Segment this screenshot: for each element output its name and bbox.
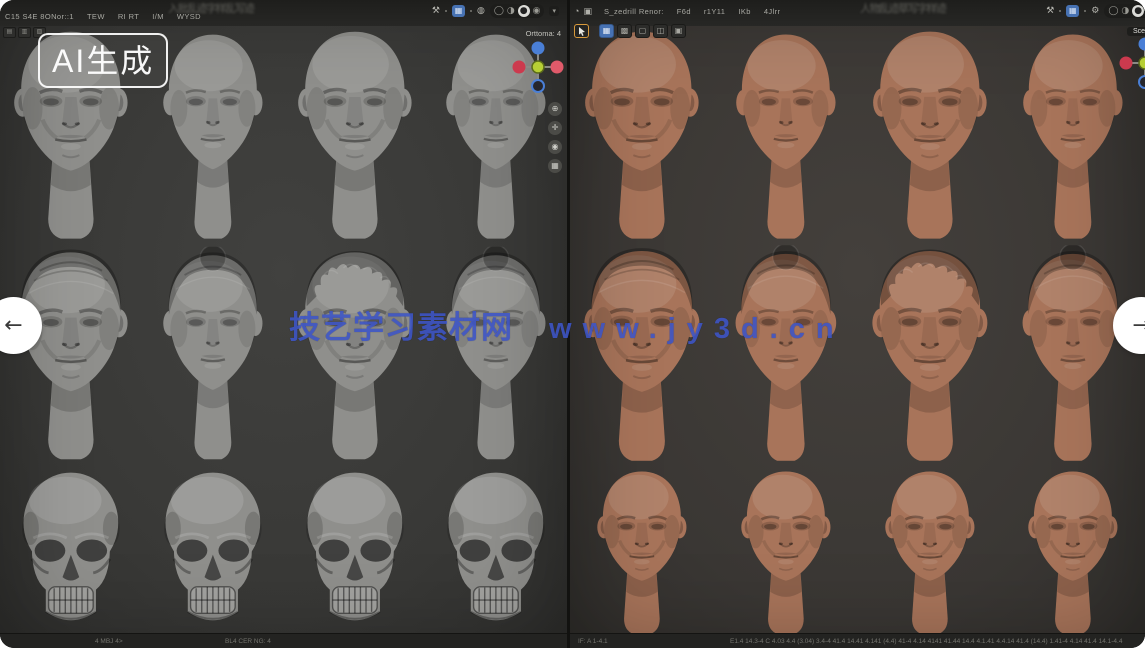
- options-label[interactable]: Orttoma: 4: [526, 29, 561, 38]
- snap-icon[interactable]: ▦: [452, 5, 465, 17]
- head-male-bald: [714, 467, 858, 634]
- head-male-bald: [858, 26, 1002, 239]
- left-menubar: 入批乱迹字样乱写迹 C15 S4E 8ONor::1 TEW RI RT I/M…: [0, 0, 567, 26]
- status-text: IF: A 1-4.1: [578, 638, 608, 645]
- shading-solid-icon[interactable]: ◑: [1121, 5, 1129, 17]
- menu-item[interactable]: I/M: [152, 12, 164, 21]
- menu-item[interactable]: 4Jlrr: [764, 7, 781, 16]
- menu-item[interactable]: S_zedrill Renor:: [604, 7, 664, 16]
- gear-icon[interactable]: ⚙: [1091, 5, 1099, 17]
- ortho-toggle-icon[interactable]: ▦: [548, 159, 562, 173]
- shading-solid-icon[interactable]: ◑: [507, 5, 515, 17]
- zoom-icon[interactable]: ⊕: [548, 102, 562, 116]
- viewport-shading-pill: ◯ ◑ ● ◉: [490, 4, 545, 18]
- shading-rendered-icon[interactable]: ◉: [533, 5, 541, 17]
- separator-dot: [470, 10, 472, 12]
- head-skull: [425, 467, 567, 634]
- box-select-icon[interactable]: ▩: [617, 24, 632, 38]
- scene-icon[interactable]: ▣: [583, 6, 592, 17]
- menu-item[interactable]: r1Y11: [704, 7, 725, 16]
- panel-right-skin: ◔ ▣ 人物乱迹草写字样迹 S_zedrill Renor: F6d r1Y11…: [570, 0, 1145, 648]
- left-3d-viewport[interactable]: [0, 26, 567, 634]
- camera-view-icon[interactable]: ◉: [548, 140, 562, 154]
- navigation-gizmo[interactable]: [1118, 36, 1145, 95]
- status-text: E1.4 14.3-4 C 4.03 4.4 (3.04) 3.4-4 41.4…: [730, 638, 1143, 645]
- head-male-bald: [570, 467, 714, 634]
- menu-item[interactable]: F6d: [677, 7, 691, 16]
- right-menu-items: S_zedrill Renor: F6d r1Y11 IKb 4Jlrr: [604, 7, 780, 16]
- transform-icon[interactable]: ◫: [653, 24, 668, 38]
- head-male-bald: [284, 26, 426, 239]
- left-shading-cluster: ⚒ ▦ ◍ ◯ ◑ ● ◉ ▾: [432, 4, 559, 18]
- scene-chip[interactable]: Sce: [1127, 27, 1145, 36]
- right-header-scribble: 人物乱迹草写字样迹: [860, 0, 946, 16]
- head-male-slick: [570, 239, 714, 467]
- lasso-select-icon[interactable]: ▢: [635, 24, 650, 38]
- head-skull: [0, 467, 142, 634]
- menu-item[interactable]: IKb: [738, 7, 750, 16]
- shading-material-icon[interactable]: ●: [1132, 5, 1144, 17]
- head-female-bun: [1001, 239, 1145, 467]
- status-text: BL4 CER NG: 4: [225, 638, 271, 645]
- shading-wireframe-icon[interactable]: ◯: [1108, 5, 1118, 17]
- right-shading-cluster: ⚒ ▦ ⚙ ◯ ◑ ● ◉: [1046, 4, 1145, 18]
- panel-left-clay: 入批乱迹字样乱写迹 C15 S4E 8ONor::1 TEW RI RT I/M…: [0, 0, 567, 648]
- right-menubar: ◔ ▣ 人物乱迹草写字样迹 S_zedrill Renor: F6d r1Y11…: [570, 0, 1145, 26]
- left-statusbar: 4 MBJ 4> BL4 CER NG: 4: [0, 633, 567, 648]
- chevron-down-icon[interactable]: ▾: [549, 6, 559, 16]
- menu-item[interactable]: WYSD: [177, 12, 201, 21]
- head-male-curly: [858, 239, 1002, 467]
- annotate-icon[interactable]: ▣: [671, 24, 686, 38]
- snap-icon[interactable]: ▦: [1066, 5, 1079, 17]
- right-statusbar: IF: A 1-4.1 E1.4 14.3-4 C 4.03 4.4 (3.04…: [570, 633, 1145, 648]
- head-male-bald: [858, 467, 1002, 634]
- head-male-bald: [1001, 467, 1145, 634]
- shading-material-icon[interactable]: ●: [518, 5, 530, 17]
- pan-icon[interactable]: ✛: [548, 121, 562, 135]
- navigation-gizmo[interactable]: [511, 40, 565, 99]
- right-menu-lead-icons: ◔ ▣: [574, 6, 592, 17]
- select-cursor-icon[interactable]: [574, 24, 589, 38]
- proportional-edit-icon[interactable]: ◍: [477, 5, 485, 17]
- screenshot-card: 入批乱迹字样乱写迹 C15 S4E 8ONor::1 TEW RI RT I/M…: [0, 0, 1145, 648]
- head-skull: [142, 467, 284, 634]
- menu-item[interactable]: C15 S4E 8ONor::1: [5, 12, 74, 21]
- view-layer-icon[interactable]: ▥: [18, 27, 31, 38]
- head-female-bun: [142, 239, 284, 467]
- shading-wireframe-icon[interactable]: ◯: [494, 5, 504, 17]
- app-icon[interactable]: ◔: [574, 6, 579, 17]
- left-menu-items: C15 S4E 8ONor::1 TEW RI RT I/M WYSD: [5, 12, 201, 21]
- editor-type-icon[interactable]: ▤: [3, 27, 16, 38]
- separator-dot: [1084, 10, 1086, 12]
- separator-dot: [445, 10, 447, 12]
- separator-dot: [1059, 10, 1061, 12]
- right-tool-row: ▦ ▩ ▢ ◫ ▣: [574, 24, 686, 38]
- viewport-controls: ⊕ ✛ ◉ ▦: [548, 102, 562, 173]
- status-text: 4 MBJ 4>: [95, 638, 123, 645]
- ai-generated-badge: AI生成: [38, 33, 168, 88]
- mode-icon-active[interactable]: ▦: [599, 24, 614, 38]
- right-3d-viewport[interactable]: [570, 26, 1145, 634]
- head-female-bald: [714, 26, 858, 239]
- head-skull: [284, 467, 426, 634]
- tool-icon[interactable]: ⚒: [432, 5, 440, 17]
- head-female-bun: [425, 239, 567, 467]
- tool-icon[interactable]: ⚒: [1046, 5, 1054, 17]
- head-male-bald: [570, 26, 714, 239]
- menu-item[interactable]: RI RT: [118, 12, 139, 21]
- head-male-curly: [284, 239, 426, 467]
- viewport-shading-pill: ◯ ◑ ● ◉: [1104, 4, 1145, 18]
- menu-item[interactable]: TEW: [87, 12, 105, 21]
- head-female-bun: [714, 239, 858, 467]
